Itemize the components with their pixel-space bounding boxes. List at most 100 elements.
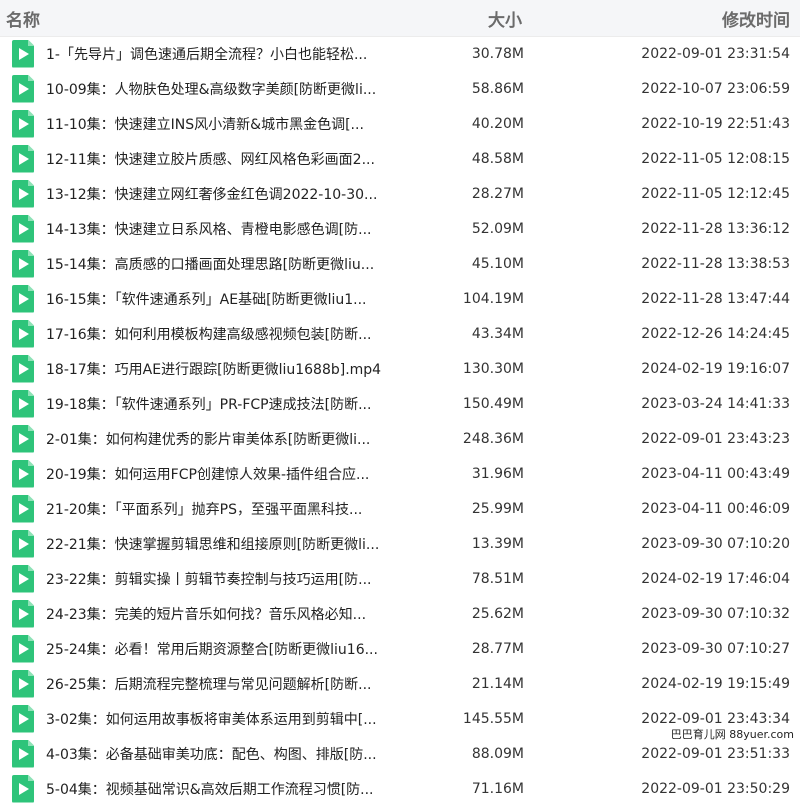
- file-row[interactable]: 22-21集：快速掌握剪辑思维和组接原则[防断更微li... 13.39M 2023…: [0, 526, 800, 561]
- video-file-icon: [12, 284, 34, 313]
- video-file-icon: [12, 739, 34, 768]
- file-size: 58.86M: [471, 80, 524, 97]
- file-modified-time: 2022-09-01 23:50:29: [641, 780, 790, 797]
- file-row[interactable]: 14-13集：快速建立日系风格、青橙电影感色调[防... 52.09M 2022-1…: [0, 211, 800, 246]
- header-name[interactable]: 名称: [0, 6, 382, 31]
- file-modified-time: 2022-09-01 23:43:23: [641, 430, 790, 447]
- file-size: 104.19M: [462, 290, 524, 307]
- file-size: 88.09M: [471, 745, 524, 762]
- video-file-icon: [12, 354, 34, 383]
- video-file-icon: [12, 144, 34, 173]
- video-file-icon: [12, 634, 34, 663]
- file-modified-time: 2023-04-11 00:46:09: [641, 500, 790, 517]
- video-file-icon: [12, 704, 34, 733]
- video-file-icon: [12, 74, 34, 103]
- file-row[interactable]: 24-23集：完美的短片音乐如何找？音乐风格必知... 25.62M 2023-09…: [0, 596, 800, 631]
- header-time[interactable]: 修改时间: [522, 6, 800, 31]
- file-size: 150.49M: [462, 395, 524, 412]
- file-name: 13-12集：快速建立网红奢侈金红色调2022-10-30...: [46, 186, 378, 203]
- file-size: 130.30M: [462, 360, 524, 377]
- file-modified-time: 2022-09-01 23:31:54: [641, 45, 790, 62]
- file-size: 45.10M: [471, 255, 524, 272]
- file-size: 52.09M: [471, 220, 524, 237]
- file-size: 28.27M: [471, 185, 524, 202]
- file-name: 14-13集：快速建立日系风格、青橙电影感色调[防...: [46, 221, 372, 238]
- file-row[interactable]: 17-16集：如何利用模板构建高级感视频包装[防断... 43.34M 2022-1…: [0, 316, 800, 351]
- video-file-icon: [12, 319, 34, 348]
- file-size: 145.55M: [462, 710, 524, 727]
- video-file-icon: [12, 39, 34, 68]
- file-row[interactable]: 2-01集：如何构建优秀的影片审美体系[防断更微li... 248.36M 2022…: [0, 421, 800, 456]
- file-name: 3-02集：如何运用故事板将审美体系运用到剪辑中[...: [46, 711, 377, 728]
- file-row[interactable]: 16-15集：「软件速通系列」AE基础[防断更微liu1... 104.19M 20…: [0, 281, 800, 316]
- file-size: 21.14M: [471, 675, 524, 692]
- file-size: 31.96M: [471, 465, 524, 482]
- file-size: 43.34M: [471, 325, 524, 342]
- file-name: 15-14集：高质感的口播画面处理思路[防断更微liu...: [46, 256, 375, 273]
- file-row[interactable]: 5-04集：视频基础常识&高效后期工作流程习惯[防... 71.16M 2022-0…: [0, 771, 800, 806]
- file-name: 5-04集：视频基础常识&高效后期工作流程习惯[防...: [46, 781, 374, 798]
- file-name: 10-09集：人物肤色处理&高级数字美颜[防断更微li...: [46, 81, 377, 98]
- file-name: 24-23集：完美的短片音乐如何找？音乐风格必知...: [46, 606, 367, 623]
- file-name: 22-21集：快速掌握剪辑思维和组接原则[防断更微li...: [46, 536, 380, 553]
- file-row[interactable]: 10-09集：人物肤色处理&高级数字美颜[防断更微li... 58.86M 2022…: [0, 71, 800, 106]
- file-modified-time: 2023-09-30 07:10:27: [641, 640, 790, 657]
- file-modified-time: 2022-11-28 13:36:12: [641, 220, 790, 237]
- file-modified-time: 2022-11-05 12:08:15: [641, 150, 790, 167]
- file-modified-time: 2024-02-19 19:16:07: [641, 360, 790, 377]
- file-name: 25-24集：必看！常用后期资源整合[防断更微liu16...: [46, 641, 378, 658]
- file-name: 1-「先导片」调色速通后期全流程？小白也能轻松...: [46, 46, 368, 63]
- file-list: 1-「先导片」调色速通后期全流程？小白也能轻松... 30.78M 2022-09-…: [0, 36, 800, 806]
- header-size[interactable]: 大小: [382, 6, 522, 31]
- video-file-icon: [12, 249, 34, 278]
- file-name: 2-01集：如何构建优秀的影片审美体系[防断更微li...: [46, 431, 371, 448]
- file-row[interactable]: 23-22集：剪辑实操丨剪辑节奏控制与技巧运用[防... 78.51M 2024-0…: [0, 561, 800, 596]
- video-file-icon: [12, 564, 34, 593]
- file-modified-time: 2023-03-24 14:41:33: [641, 395, 790, 412]
- video-file-icon: [12, 424, 34, 453]
- file-modified-time: 2023-04-11 00:43:49: [641, 465, 790, 482]
- video-file-icon: [12, 669, 34, 698]
- file-modified-time: 2022-10-07 23:06:59: [641, 80, 790, 97]
- file-row[interactable]: 20-19集：如何运用FCP创建惊人效果-插件组合应... 31.96M 2023-…: [0, 456, 800, 491]
- file-name: 20-19集：如何运用FCP创建惊人效果-插件组合应...: [46, 466, 370, 483]
- file-name: 21-20集：「平面系列」抛弃PS，至强平面黑科技...: [46, 501, 363, 518]
- file-modified-time: 2022-11-28 13:47:44: [641, 290, 790, 307]
- file-size: 13.39M: [471, 535, 524, 552]
- file-modified-time: 2022-09-01 23:51:33: [641, 745, 790, 762]
- video-file-icon: [12, 774, 34, 803]
- file-row[interactable]: 12-11集：快速建立胶片质感、网红风格色彩画面2... 48.58M 2022-1…: [0, 141, 800, 176]
- file-name: 12-11集：快速建立胶片质感、网红风格色彩画面2...: [46, 151, 375, 168]
- file-row[interactable]: 21-20集：「平面系列」抛弃PS，至强平面黑科技... 25.99M 2023-0…: [0, 491, 800, 526]
- file-row[interactable]: 11-10集：快速建立INS风小清新&城市黑金色调[... 40.20M 2022-…: [0, 106, 800, 141]
- file-name: 16-15集：「软件速通系列」AE基础[防断更微liu1...: [46, 291, 367, 308]
- file-name: 4-03集：必备基础审美功底：配色、构图、排版[防...: [46, 746, 377, 763]
- file-size: 25.62M: [471, 605, 524, 622]
- file-row[interactable]: 13-12集：快速建立网红奢侈金红色调2022-10-30... 28.27M 20…: [0, 176, 800, 211]
- watermark: 巴巴育儿网 88yuer.com: [668, 726, 796, 742]
- file-modified-time: 2024-02-19 17:46:04: [641, 570, 790, 587]
- file-name: 23-22集：剪辑实操丨剪辑节奏控制与技巧运用[防...: [46, 571, 372, 588]
- file-row[interactable]: 25-24集：必看！常用后期资源整合[防断更微liu16... 28.77M 202…: [0, 631, 800, 666]
- file-name: 18-17集：巧用AE进行跟踪[防断更微liu1688b].mp4: [46, 361, 382, 378]
- video-file-icon: [12, 389, 34, 418]
- file-size: 71.16M: [471, 780, 524, 797]
- file-size: 28.77M: [471, 640, 524, 657]
- file-modified-time: 2022-11-05 12:12:45: [641, 185, 790, 202]
- file-size: 25.99M: [471, 500, 524, 517]
- file-modified-time: 2024-02-19 19:15:49: [641, 675, 790, 692]
- video-file-icon: [12, 109, 34, 138]
- column-header: 名称 大小 修改时间: [0, 0, 800, 37]
- video-file-icon: [12, 529, 34, 558]
- file-modified-time: 2022-09-01 23:43:34: [641, 710, 790, 727]
- video-file-icon: [12, 599, 34, 628]
- file-row[interactable]: 18-17集：巧用AE进行跟踪[防断更微liu1688b].mp4 130.30M…: [0, 351, 800, 386]
- file-row[interactable]: 1-「先导片」调色速通后期全流程？小白也能轻松... 30.78M 2022-09-…: [0, 36, 800, 71]
- file-modified-time: 2022-10-19 22:51:43: [641, 115, 790, 132]
- file-row[interactable]: 19-18集：「软件速通系列」PR-FCP速成技法[防断... 150.49M 20…: [0, 386, 800, 421]
- file-row[interactable]: 26-25集：后期流程完整梳理与常见问题解析[防断... 21.14M 2024-0…: [0, 666, 800, 701]
- file-name: 11-10集：快速建立INS风小清新&城市黑金色调[...: [46, 116, 364, 133]
- file-name: 17-16集：如何利用模板构建高级感视频包装[防断...: [46, 326, 372, 343]
- file-size: 248.36M: [462, 430, 524, 447]
- file-row[interactable]: 15-14集：高质感的口播画面处理思路[防断更微liu... 45.10M 2022…: [0, 246, 800, 281]
